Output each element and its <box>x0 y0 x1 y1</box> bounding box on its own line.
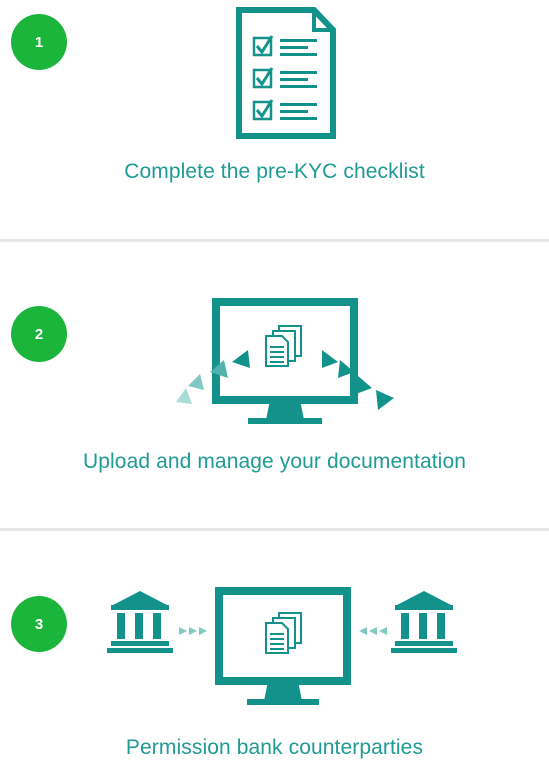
step-3: 3 Permission bank counterparties <box>0 531 549 768</box>
step-1: 1 Complete the pre-KYC checklist <box>0 0 549 240</box>
step-1-badge: 1 <box>11 14 67 70</box>
bank-monitor-bank-icon <box>107 587 457 705</box>
step-3-badge: 3 <box>11 596 67 652</box>
monitor-upload-icon <box>176 298 394 424</box>
step-1-caption: Complete the pre-KYC checklist <box>124 160 425 183</box>
step-2: 2 Upload and manage your documentation <box>0 242 549 528</box>
step-2-caption: Upload and manage your documentation <box>82 450 467 473</box>
checklist-document-icon <box>236 7 336 139</box>
step-2-badge: 2 <box>11 306 67 362</box>
step-3-caption: Permission bank counterparties <box>125 736 424 759</box>
